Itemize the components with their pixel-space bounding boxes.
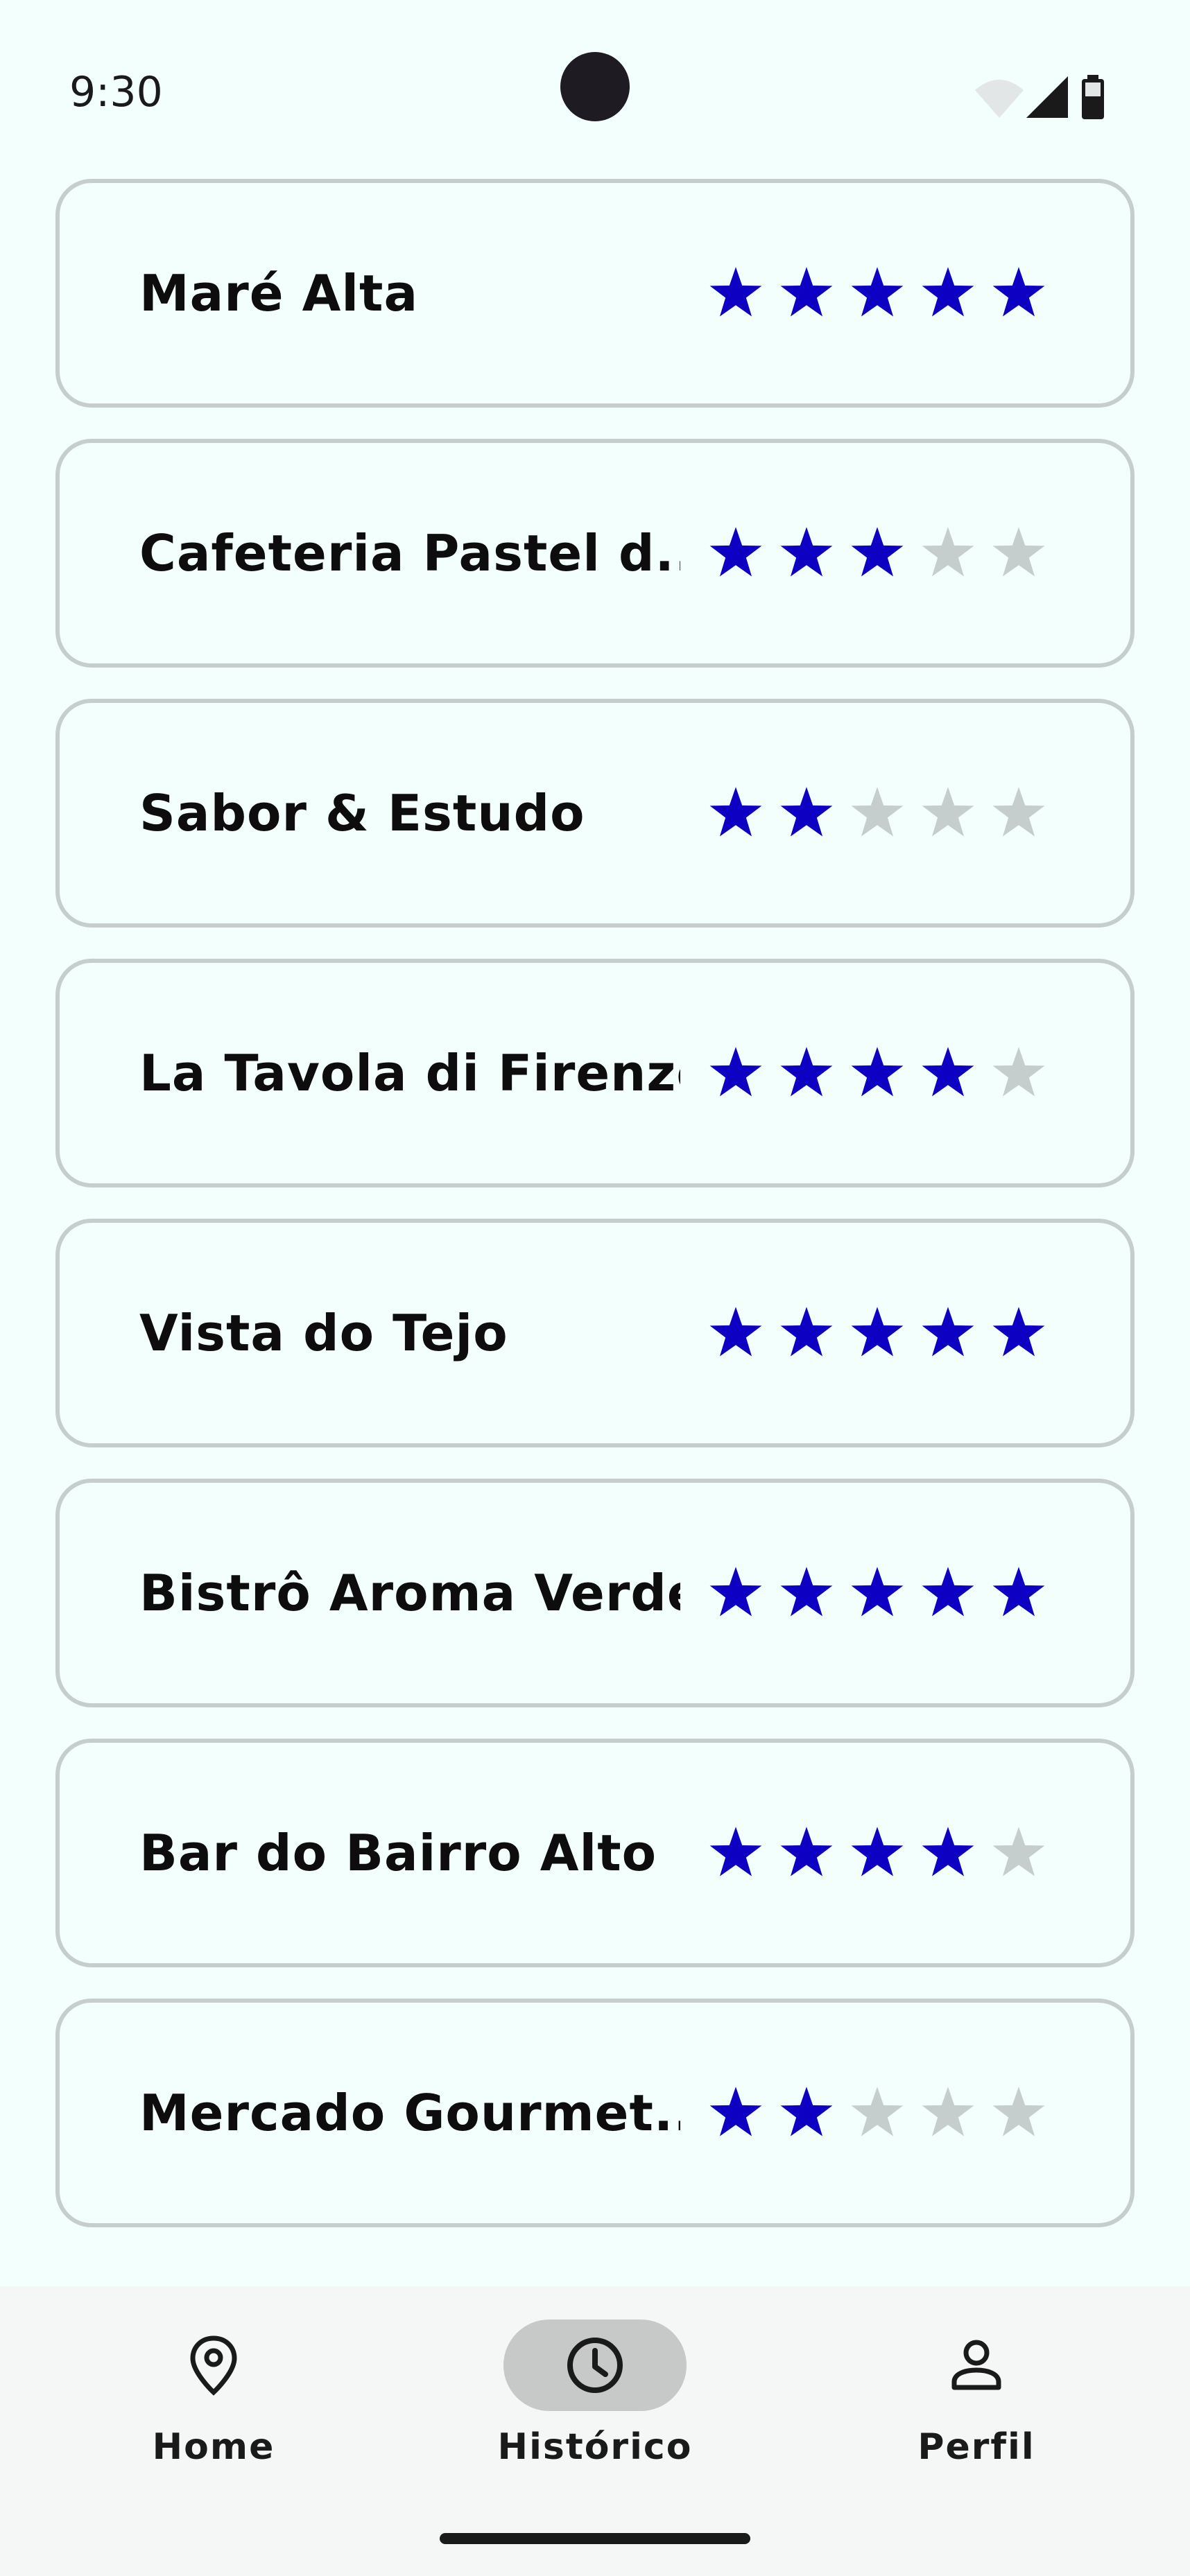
restaurant-card[interactable]: Bar do Bairro Alto xyxy=(55,1739,1135,1967)
star-filled-icon xyxy=(780,267,833,317)
star-filled-icon xyxy=(992,1567,1045,1617)
restaurant-card[interactable]: Sabor & Estudo xyxy=(55,699,1135,928)
nav-perfil-label: Perfil xyxy=(917,2426,1035,2468)
status-icons xyxy=(975,75,1121,119)
star-filled-icon xyxy=(709,1827,762,1877)
restaurant-name: Bistrô Aroma Verde xyxy=(139,1564,680,1622)
star-filled-icon xyxy=(780,1047,833,1097)
star-filled-icon xyxy=(709,2087,762,2136)
star-filled-icon xyxy=(851,1827,904,1877)
restaurant-name: La Tavola di Firenze xyxy=(139,1044,680,1102)
restaurant-name: Vista do Tejo xyxy=(139,1304,508,1362)
star-filled-icon xyxy=(780,1567,833,1617)
rating-stars xyxy=(707,2085,1047,2141)
map-pin-icon xyxy=(190,2335,237,2396)
star-filled-icon xyxy=(780,2087,833,2136)
star-filled-icon xyxy=(780,1307,833,1357)
rating-stars xyxy=(707,785,1047,842)
restaurant-name: Bar do Bairro Alto xyxy=(139,1824,657,1882)
wifi-icon xyxy=(975,80,1024,118)
battery-icon xyxy=(1082,75,1104,119)
star-empty-icon xyxy=(992,1047,1045,1097)
status-bar: 9:30 xyxy=(0,0,1190,166)
rating-stars xyxy=(707,265,1047,322)
star-empty-icon xyxy=(922,2087,974,2136)
star-filled-icon xyxy=(922,1567,974,1617)
restaurant-card[interactable]: Bistrô Aroma Verde xyxy=(55,1479,1135,1707)
star-filled-icon xyxy=(922,1307,974,1357)
star-filled-icon xyxy=(709,1307,762,1357)
restaurant-name: Mercado Gourmet... xyxy=(139,2084,680,2142)
star-empty-icon xyxy=(851,2087,904,2136)
star-filled-icon xyxy=(780,527,833,577)
star-filled-icon xyxy=(851,1307,904,1357)
star-filled-icon xyxy=(992,267,1045,317)
rating-stars xyxy=(707,525,1047,582)
nav-historico-pill xyxy=(503,2320,687,2411)
star-filled-icon xyxy=(992,1307,1045,1357)
star-filled-icon xyxy=(851,1567,904,1617)
star-empty-icon xyxy=(922,787,974,837)
home-indicator xyxy=(440,2533,750,2544)
nav-historico[interactable]: Histórico xyxy=(456,2320,734,2493)
rating-stars xyxy=(707,1565,1047,1621)
nav-perfil[interactable]: Perfil xyxy=(838,2320,1115,2493)
restaurant-card[interactable]: Mercado Gourmet... xyxy=(55,1999,1135,2227)
signal-icon xyxy=(1026,76,1068,118)
star-empty-icon xyxy=(851,787,904,837)
rating-stars xyxy=(707,1825,1047,1881)
front-camera xyxy=(560,52,630,121)
restaurant-name: Cafeteria Pastel d... xyxy=(139,524,680,582)
nav-historico-label: Histórico xyxy=(497,2426,693,2468)
star-empty-icon xyxy=(992,787,1045,837)
star-empty-icon xyxy=(992,2087,1045,2136)
nav-home[interactable]: Home xyxy=(75,2320,352,2493)
star-filled-icon xyxy=(922,1827,974,1877)
star-filled-icon xyxy=(780,787,833,837)
star-filled-icon xyxy=(709,787,762,837)
star-filled-icon xyxy=(709,1047,762,1097)
restaurant-card[interactable]: Maré Alta xyxy=(55,179,1135,408)
person-icon xyxy=(951,2340,1001,2390)
star-empty-icon xyxy=(992,1827,1045,1877)
star-filled-icon xyxy=(709,527,762,577)
star-filled-icon xyxy=(780,1827,833,1877)
nav-home-pill xyxy=(122,2320,305,2411)
rating-stars xyxy=(707,1045,1047,1102)
star-filled-icon xyxy=(709,267,762,317)
restaurant-list: Maré Alta Cafeteria Pastel d... Sabor & Es… xyxy=(55,179,1135,2259)
star-filled-icon xyxy=(922,267,974,317)
star-filled-icon xyxy=(851,267,904,317)
restaurant-name: Sabor & Estudo xyxy=(139,784,585,842)
star-filled-icon xyxy=(709,1567,762,1617)
star-empty-icon xyxy=(992,527,1045,577)
restaurant-name: Maré Alta xyxy=(139,264,419,322)
nav-perfil-pill xyxy=(885,2320,1068,2411)
restaurant-card[interactable]: La Tavola di Firenze xyxy=(55,959,1135,1187)
star-filled-icon xyxy=(851,527,904,577)
rating-stars xyxy=(707,1305,1047,1361)
nav-home-label: Home xyxy=(152,2426,275,2468)
clock-icon xyxy=(567,2338,623,2393)
star-empty-icon xyxy=(922,527,974,577)
star-filled-icon xyxy=(851,1047,904,1097)
restaurant-card[interactable]: Cafeteria Pastel d... xyxy=(55,439,1135,668)
star-filled-icon xyxy=(922,1047,974,1097)
restaurant-card[interactable]: Vista do Tejo xyxy=(55,1219,1135,1447)
status-time: 9:30 xyxy=(69,68,163,116)
